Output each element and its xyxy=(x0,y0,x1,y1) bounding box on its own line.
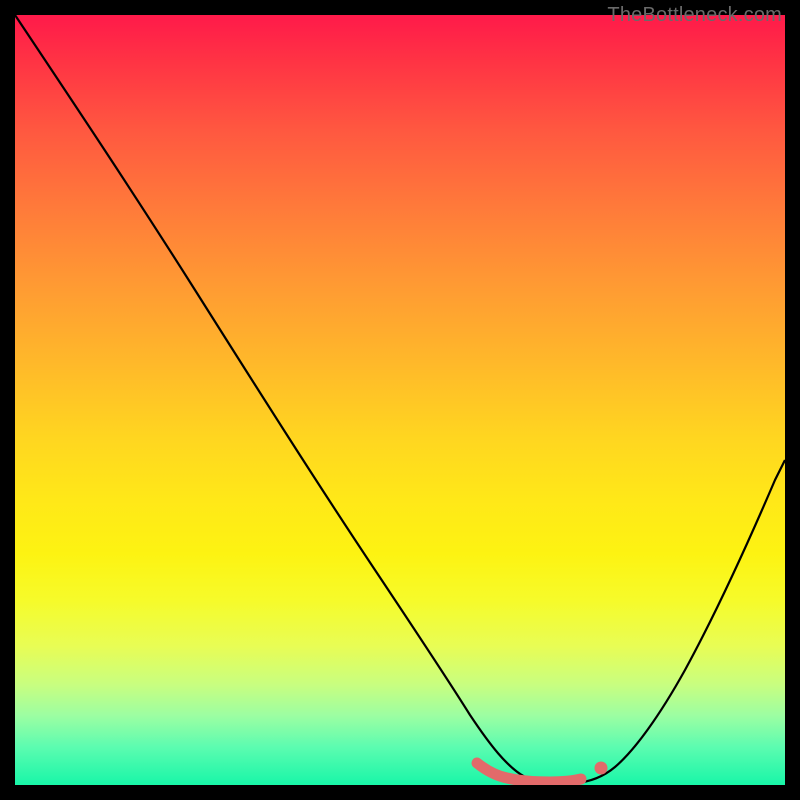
chart-frame: TheBottleneck.com xyxy=(0,0,800,800)
watermark-text: TheBottleneck.com xyxy=(607,4,782,27)
bottleneck-end-dot xyxy=(595,762,608,775)
bottleneck-marker xyxy=(477,763,581,782)
curves-layer xyxy=(15,15,785,785)
right-curve xyxy=(575,460,785,783)
left-curve xyxy=(15,15,555,783)
